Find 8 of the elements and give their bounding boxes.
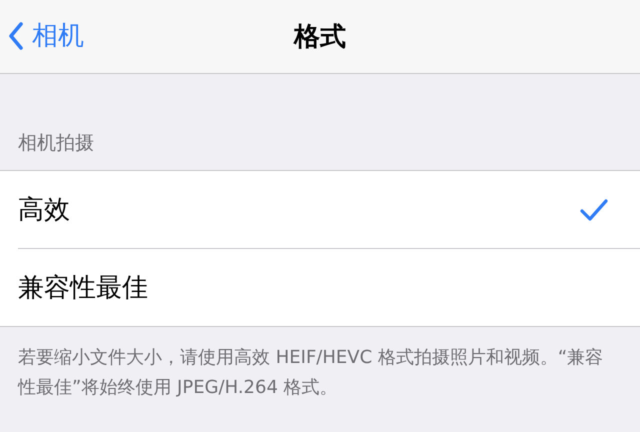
section-header: 相机拍摄 bbox=[17, 131, 95, 156]
back-button[interactable]: 相机 bbox=[8, 18, 84, 53]
option-row[interactable]: 兼容性最佳 bbox=[18, 248, 640, 326]
footer-note: 若要缩小文件大小，请使用高效 HEIF/HEVC 格式拍摄照片和视频。“兼容性最佳”将始终使用 JPEG/H.264 格式。 bbox=[18, 346, 604, 400]
checkmark-icon bbox=[580, 198, 608, 222]
page-title: 格式 bbox=[294, 21, 346, 54]
option-row[interactable]: 高效 bbox=[18, 171, 640, 248]
chevron-left-icon bbox=[8, 22, 24, 50]
